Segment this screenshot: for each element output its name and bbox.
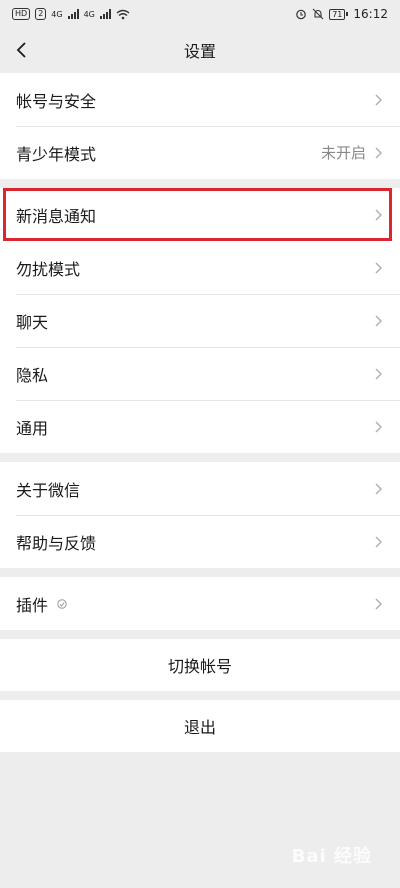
switch-account-button[interactable]: 切换帐号 bbox=[0, 639, 400, 691]
clock-time: 16:12 bbox=[353, 7, 388, 21]
row-label: 新消息通知 bbox=[16, 206, 97, 226]
chevron-right-icon bbox=[375, 261, 383, 274]
chevron-right-icon bbox=[375, 367, 383, 380]
chevron-right-icon bbox=[375, 535, 383, 548]
plugin-badge-icon bbox=[57, 598, 67, 609]
chevron-right-icon bbox=[375, 420, 383, 433]
row-label: 通用 bbox=[16, 418, 49, 438]
row-plugins[interactable]: 插件 bbox=[0, 577, 400, 630]
row-label: 关于微信 bbox=[16, 480, 81, 500]
row-label: 帐号与安全 bbox=[16, 91, 97, 111]
chevron-right-icon bbox=[375, 146, 383, 159]
status-bar: HD 2 4G 4G 71 16:12 bbox=[0, 0, 400, 28]
chevron-right-icon bbox=[375, 597, 383, 610]
battery-icon: 71 bbox=[329, 8, 349, 20]
chevron-right-icon bbox=[375, 208, 383, 221]
row-about-wechat[interactable]: 关于微信 bbox=[0, 462, 400, 515]
chevron-right-icon bbox=[375, 93, 383, 106]
chevron-right-icon bbox=[375, 314, 383, 327]
settings-group-general: 新消息通知 勿扰模式 聊天 隐私 通用 bbox=[0, 188, 400, 453]
row-label: 插件 bbox=[16, 595, 49, 615]
row-privacy[interactable]: 隐私 bbox=[0, 347, 400, 400]
row-new-message-notification[interactable]: 新消息通知 bbox=[0, 188, 400, 241]
settings-group-plugins: 插件 bbox=[0, 577, 400, 630]
row-youth-mode[interactable]: 青少年模式 未开启 bbox=[0, 126, 400, 179]
row-chat[interactable]: 聊天 bbox=[0, 294, 400, 347]
network-label-1: 4G bbox=[51, 9, 63, 19]
logout-button[interactable]: 退出 bbox=[0, 700, 400, 752]
row-label: 聊天 bbox=[16, 312, 49, 332]
sim-badge: 2 bbox=[35, 8, 47, 20]
network-label-2: 4G bbox=[83, 9, 95, 19]
row-general[interactable]: 通用 bbox=[0, 400, 400, 453]
settings-group-about: 关于微信 帮助与反馈 bbox=[0, 462, 400, 568]
wifi-icon bbox=[116, 9, 130, 19]
row-account-security[interactable]: 帐号与安全 bbox=[0, 73, 400, 126]
row-do-not-disturb[interactable]: 勿扰模式 bbox=[0, 241, 400, 294]
chevron-right-icon bbox=[375, 482, 383, 495]
hd-badge: HD bbox=[12, 8, 31, 20]
signal-icon bbox=[67, 9, 79, 19]
signal-icon-2 bbox=[99, 9, 111, 19]
row-label: 勿扰模式 bbox=[16, 259, 81, 279]
row-label: 青少年模式 bbox=[16, 144, 97, 164]
youth-mode-value: 未开启 bbox=[320, 144, 366, 162]
row-help-feedback[interactable]: 帮助与反馈 bbox=[0, 515, 400, 568]
row-label: 帮助与反馈 bbox=[16, 533, 97, 553]
page-title: 设置 bbox=[183, 42, 216, 61]
nav-bar: 设置 bbox=[0, 28, 400, 72]
settings-group-account: 帐号与安全 青少年模式 未开启 bbox=[0, 73, 400, 179]
row-label: 隐私 bbox=[16, 365, 49, 385]
mute-bell-icon bbox=[312, 8, 324, 20]
back-arrow-icon[interactable] bbox=[10, 36, 38, 64]
watermark: Bai 经验 bbox=[291, 846, 372, 867]
alarm-icon bbox=[296, 9, 307, 20]
